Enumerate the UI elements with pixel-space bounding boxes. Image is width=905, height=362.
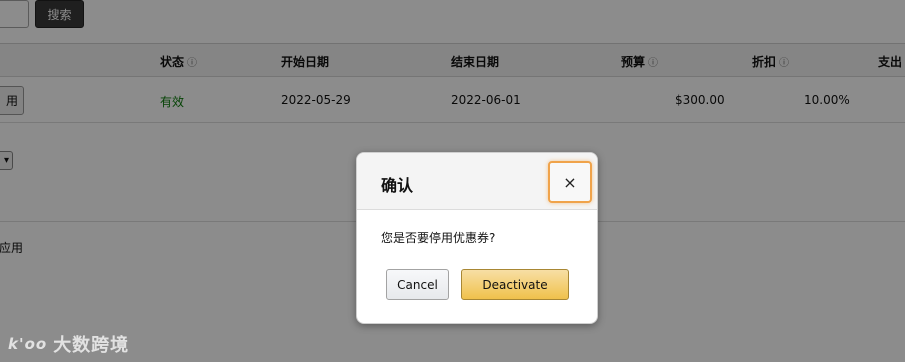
cancel-button[interactable]: Cancel — [386, 269, 449, 300]
dialog-message: 您是否要停用优惠券? — [381, 231, 496, 245]
dialog-header: 确认 × — [357, 153, 597, 210]
deactivate-button[interactable]: Deactivate — [461, 269, 569, 300]
watermark: k'oo 大数跨境 — [8, 331, 129, 357]
close-button[interactable]: × — [548, 161, 592, 203]
watermark-text: 大数跨境 — [53, 335, 130, 356]
dialog-title: 确认 — [381, 176, 414, 195]
watermark-logo-icon: k'oo — [8, 335, 48, 353]
confirm-dialog: 确认 × 您是否要停用优惠券? Cancel Deactivate — [356, 152, 598, 324]
close-icon: × — [563, 172, 577, 192]
